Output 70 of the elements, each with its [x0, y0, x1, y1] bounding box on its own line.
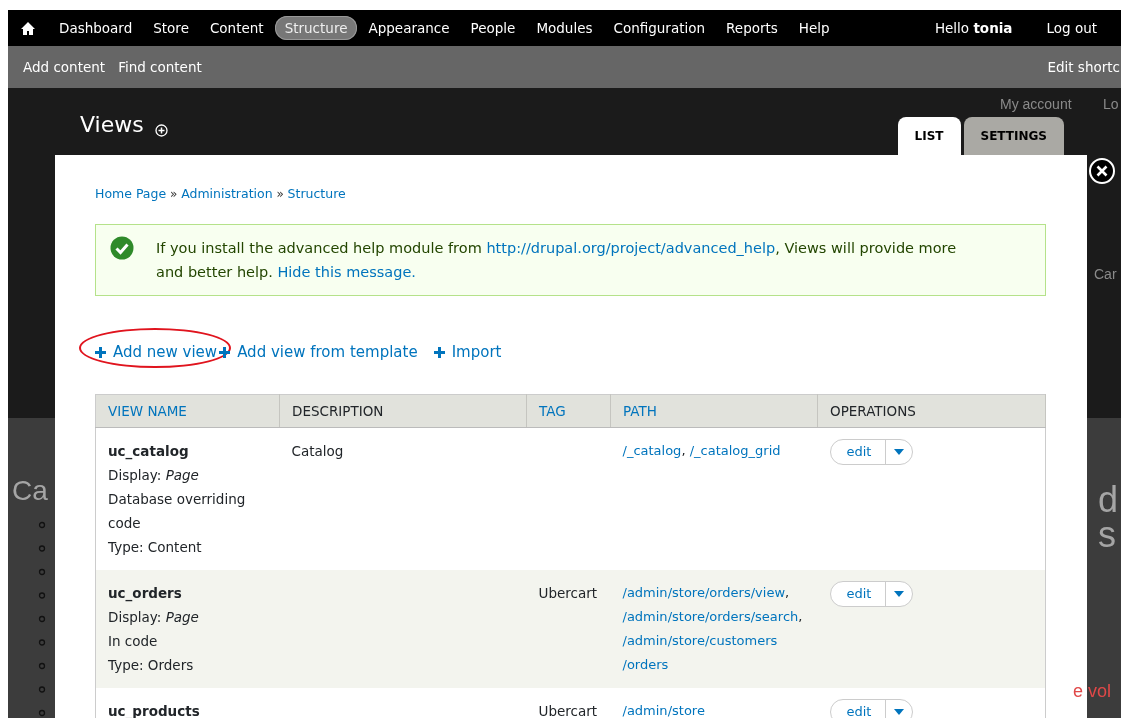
- view-detail: Database overriding code: [108, 489, 247, 533]
- add-shortcut-icon[interactable]: [154, 124, 168, 137]
- help-module-link[interactable]: http://drupal.org/project/advanced_help: [486, 240, 776, 256]
- background-text: e vol: [1073, 680, 1112, 703]
- path-separator: ,: [798, 608, 803, 624]
- column-header: DESCRIPTION: [292, 402, 384, 419]
- plus-icon: [219, 347, 231, 358]
- url-link[interactable]: /admin/store/customers/orders: [622, 628, 803, 677]
- shortcut-link[interactable]: Add content: [8, 56, 112, 78]
- view-detail: Type: Content: [108, 537, 203, 557]
- edit-shortcuts-link[interactable]: Edit shortc: [1037, 54, 1120, 80]
- url-link[interactable]: /admin/store: [622, 698, 705, 718]
- menu-link[interactable]: Reports: [716, 15, 788, 41]
- shortcut-link[interactable]: Find content: [112, 56, 208, 78]
- caret-icon: [894, 590, 905, 597]
- breadcrumb-link[interactable]: Structure: [287, 186, 346, 201]
- caret-icon: [894, 708, 905, 715]
- menu-link[interactable]: Help: [788, 15, 840, 41]
- check-icon: [110, 236, 134, 260]
- url-link[interactable]: /admin/store/orders/search: [622, 604, 799, 629]
- view-tag: Ubercart: [538, 584, 598, 601]
- background-text: Car: [1094, 265, 1117, 284]
- edit-button[interactable]: edit: [829, 438, 914, 465]
- view-description: Catalog: [291, 442, 344, 459]
- background-text: Ca: [12, 474, 48, 508]
- view-name: uc_products: [108, 701, 201, 718]
- plus-icon: [433, 347, 445, 358]
- hide-message-link[interactable]: Hide this message.: [277, 264, 416, 280]
- action-link[interactable]: Import: [433, 343, 502, 361]
- tab[interactable]: SETTINGS: [963, 117, 1064, 155]
- edit-button[interactable]: edit: [829, 580, 914, 607]
- view-tag: Ubercart: [538, 702, 598, 718]
- menu-link[interactable]: Dashboard: [49, 15, 143, 41]
- view-detail: Display: Page: [108, 465, 200, 485]
- user-greeting: Hello tonia: [934, 18, 1013, 38]
- view-name: uc_catalog: [108, 441, 190, 462]
- caret-icon: [894, 448, 905, 455]
- column-header-link[interactable]: PATH: [623, 402, 657, 419]
- view-detail: In code: [108, 631, 159, 651]
- view-detail: Type: Orders: [108, 655, 195, 675]
- path-separator: ,: [785, 584, 790, 600]
- action-link[interactable]: Add new view: [95, 343, 218, 361]
- path-separator: ,: [681, 442, 686, 458]
- url-link[interactable]: /_catalog_grid: [689, 438, 781, 463]
- menu-link[interactable]: People: [460, 15, 526, 41]
- menu-link[interactable]: Appearance: [358, 15, 460, 41]
- url-link[interactable]: /_catalog: [622, 438, 682, 463]
- menu-link[interactable]: Content: [199, 15, 274, 41]
- logout-link[interactable]: Log out: [1036, 15, 1107, 41]
- menu-link[interactable]: Modules: [526, 15, 603, 41]
- view-name: uc_orders: [108, 583, 183, 604]
- edit-button[interactable]: edit: [829, 698, 914, 718]
- breadcrumb-separator: »: [275, 187, 285, 201]
- column-header: OPERATIONS: [830, 402, 916, 419]
- breadcrumb-separator: »: [168, 187, 179, 201]
- close-icon[interactable]: [1089, 158, 1115, 184]
- column-header-link[interactable]: TAG: [539, 402, 566, 419]
- menu-link[interactable]: Structure: [274, 15, 358, 41]
- plus-icon: [95, 347, 106, 358]
- page-title: Views: [80, 111, 144, 139]
- tab[interactable]: LIST: [897, 117, 961, 155]
- home-icon[interactable]: [21, 21, 35, 35]
- breadcrumb-link[interactable]: Administration: [181, 186, 273, 201]
- view-detail: Display: Page: [108, 607, 200, 627]
- menu-link[interactable]: Configuration: [603, 15, 716, 41]
- action-link[interactable]: Add view from template: [219, 343, 418, 361]
- url-link[interactable]: /admin/store/orders/view: [622, 580, 786, 605]
- menu-link[interactable]: Store: [143, 15, 199, 41]
- breadcrumb-link[interactable]: Home Page: [95, 186, 167, 201]
- message-text: If you install the advanced help module from http://drupal.org/project/advanced_help, Views will provide more and better help. Hide this message.: [156, 239, 958, 282]
